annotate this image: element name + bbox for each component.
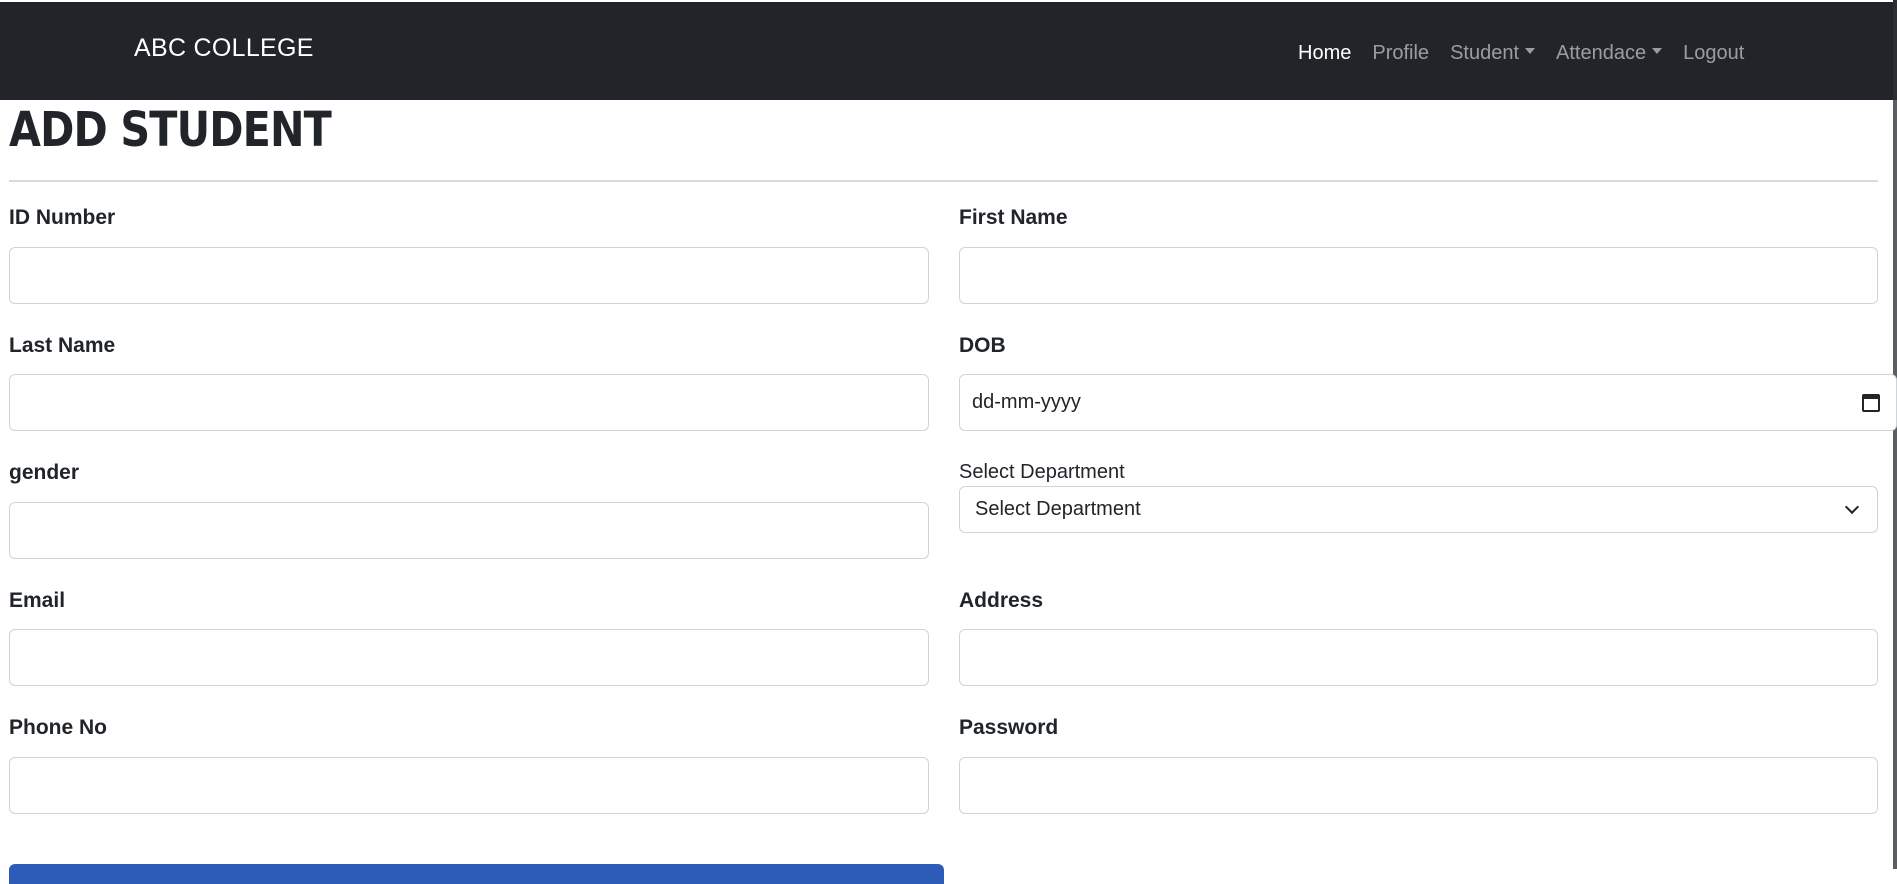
gender-input[interactable] <box>9 502 929 559</box>
dob-placeholder: dd-mm-yyyy <box>972 391 1081 413</box>
calendar-icon[interactable] <box>1862 394 1880 412</box>
department-selected-value: Select Department <box>975 498 1141 520</box>
vertical-scrollbar[interactable] <box>1893 0 1897 869</box>
department-label: Select Department <box>959 461 1125 483</box>
submit-button[interactable] <box>9 864 944 884</box>
dob-label: DOB <box>959 334 1006 357</box>
nav-attendance-label: Attendace <box>1556 42 1647 64</box>
top-navbar: ABC COLLEGE Home Profile Student Attenda… <box>0 0 1893 100</box>
password-input[interactable] <box>959 757 1878 814</box>
caret-down-icon <box>1652 48 1663 54</box>
email-input[interactable] <box>9 629 929 686</box>
divider <box>9 180 1878 182</box>
phone-label: Phone No <box>9 716 107 739</box>
email-label: Email <box>9 589 66 612</box>
first-name-label: First Name <box>959 206 1068 229</box>
page-title: ADD STUDENT <box>9 102 332 158</box>
brand-logo[interactable]: ABC COLLEGE <box>134 32 314 64</box>
first-name-input[interactable] <box>959 247 1878 304</box>
nav-attendance-dropdown[interactable]: Attendace <box>1556 38 1663 68</box>
nav-student-dropdown[interactable]: Student <box>1450 38 1536 68</box>
caret-down-icon <box>1525 48 1536 54</box>
scrollbar-thumb[interactable] <box>1893 0 1897 100</box>
nav-logout[interactable]: Logout <box>1683 38 1744 68</box>
nav-menu: Home Profile Student Attendace Logout <box>1298 38 1765 68</box>
chevron-down-icon <box>1844 499 1860 515</box>
nav-home-label: Home <box>1298 42 1352 64</box>
last-name-label: Last Name <box>9 334 116 357</box>
phone-input[interactable] <box>9 757 929 814</box>
last-name-input[interactable] <box>9 374 929 431</box>
id-number-input[interactable] <box>9 247 929 304</box>
password-label: Password <box>959 716 1059 739</box>
nav-student-label: Student <box>1450 42 1520 64</box>
nav-profile[interactable]: Profile <box>1372 38 1429 68</box>
nav-profile-label: Profile <box>1372 42 1430 64</box>
nav-logout-label: Logout <box>1683 42 1745 64</box>
id-number-label: ID Number <box>9 206 116 229</box>
address-label: Address <box>959 589 1044 612</box>
nav-home[interactable]: Home <box>1298 38 1351 68</box>
dob-date-input[interactable]: dd-mm-yyyy <box>959 374 1897 431</box>
department-select[interactable]: Select Department <box>959 486 1878 533</box>
gender-label: gender <box>9 461 80 484</box>
address-input[interactable] <box>959 629 1878 686</box>
